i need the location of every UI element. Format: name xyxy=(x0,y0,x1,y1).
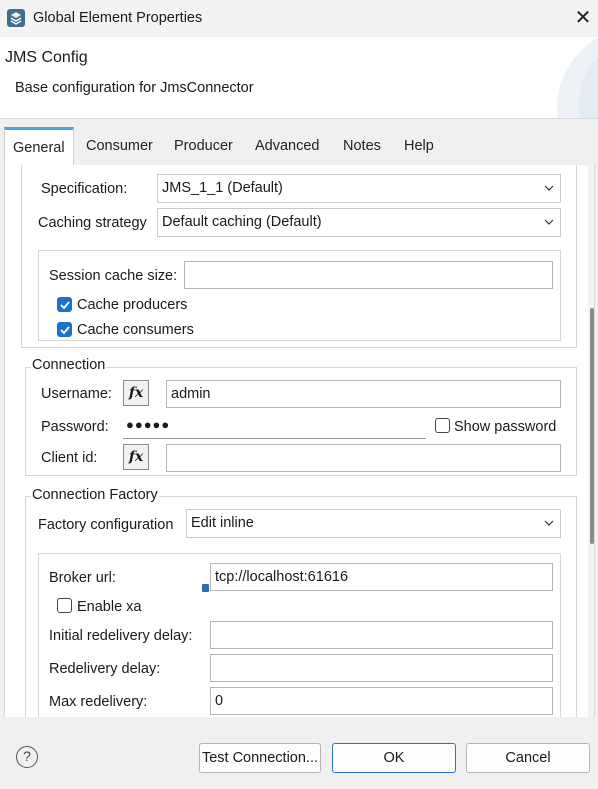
cache-consumers-checkbox[interactable] xyxy=(57,322,72,337)
tab-help[interactable]: Help xyxy=(396,127,442,167)
cache-consumers-label: Cache consumers xyxy=(77,322,194,338)
client-id-input[interactable] xyxy=(166,444,561,472)
info-icon xyxy=(202,584,209,592)
password-label: Password: xyxy=(41,419,109,435)
caching-strategy-label: Caching strategy xyxy=(38,215,147,231)
fx-icon[interactable]: fx xyxy=(123,444,149,470)
initial-redelivery-delay-label: Initial redelivery delay: xyxy=(49,628,193,644)
vertical-scrollbar[interactable] xyxy=(588,165,594,717)
specification-select[interactable]: JMS_1_1 (Default) xyxy=(157,174,561,203)
show-password-checkbox[interactable] xyxy=(435,418,450,433)
tab-general[interactable]: General xyxy=(4,127,74,167)
header-decoration xyxy=(557,37,598,118)
cache-producers-checkbox[interactable] xyxy=(57,297,72,312)
session-cache-size-input[interactable] xyxy=(184,261,553,289)
max-redelivery-input[interactable]: 0 xyxy=(210,687,553,715)
dialog-header: JMS Config Base configuration for JmsCon… xyxy=(0,37,598,118)
chevron-down-icon xyxy=(544,520,554,526)
app-icon xyxy=(7,9,25,27)
max-redelivery-label: Max redelivery: xyxy=(49,694,148,710)
tab-advanced[interactable]: Advanced xyxy=(247,127,328,167)
session-cache-size-label: Session cache size: xyxy=(49,268,178,284)
close-icon[interactable]: ✕ xyxy=(570,5,596,31)
password-input[interactable]: ●●●●● xyxy=(123,413,426,439)
broker-url-label: Broker url: xyxy=(49,570,116,586)
chevron-down-icon xyxy=(544,219,554,225)
dialog-title: JMS Config xyxy=(5,49,88,66)
tab-notes[interactable]: Notes xyxy=(335,127,389,167)
specification-label: Specification: xyxy=(41,181,128,197)
username-input[interactable]: admin xyxy=(166,380,561,408)
enable-xa-label: Enable xa xyxy=(77,599,142,615)
dialog-subtitle: Base configuration for JmsConnector xyxy=(15,80,254,96)
scrollbar-thumb[interactable] xyxy=(590,308,594,544)
factory-configuration-value: Edit inline xyxy=(191,515,254,531)
enable-xa-checkbox[interactable] xyxy=(57,598,72,613)
factory-configuration-select[interactable]: Edit inline xyxy=(186,509,561,538)
show-password-label: Show password xyxy=(454,419,557,435)
client-id-label: Client id: xyxy=(41,450,98,466)
test-connection-button[interactable]: Test Connection... xyxy=(199,743,321,773)
checkmark-icon xyxy=(60,326,70,335)
checkmark-icon xyxy=(60,301,70,310)
fx-icon[interactable]: fx xyxy=(123,380,149,406)
tab-bar: General Consumer Producer Advanced Notes… xyxy=(0,118,598,167)
connection-factory-group-title: Connection Factory xyxy=(31,487,159,503)
tab-producer[interactable]: Producer xyxy=(166,127,241,167)
title-bar: Global Element Properties ✕ xyxy=(0,0,598,37)
dialog-footer: ? Test Connection... OK Cancel xyxy=(0,717,598,789)
cancel-button[interactable]: Cancel xyxy=(466,743,590,773)
chevron-down-icon xyxy=(544,185,554,191)
window-title: Global Element Properties xyxy=(33,10,203,26)
general-panel: Specification: JMS_1_1 (Default) Caching… xyxy=(4,165,595,717)
factory-configuration-label: Factory configuration xyxy=(38,517,174,533)
caching-strategy-select[interactable]: Default caching (Default) xyxy=(157,208,561,237)
cache-producers-label: Cache producers xyxy=(77,297,188,313)
username-label: Username: xyxy=(41,386,112,402)
redelivery-delay-label: Redelivery delay: xyxy=(49,661,161,677)
broker-url-input[interactable]: tcp://localhost:61616 xyxy=(210,563,553,591)
ok-button[interactable]: OK xyxy=(332,743,456,773)
tab-consumer[interactable]: Consumer xyxy=(78,127,161,167)
caching-strategy-value: Default caching (Default) xyxy=(162,214,322,230)
help-icon[interactable]: ? xyxy=(16,746,38,768)
redelivery-delay-input[interactable] xyxy=(210,654,553,682)
connection-group-title: Connection xyxy=(31,357,107,373)
initial-redelivery-delay-input[interactable] xyxy=(210,621,553,649)
specification-value: JMS_1_1 (Default) xyxy=(162,180,283,196)
